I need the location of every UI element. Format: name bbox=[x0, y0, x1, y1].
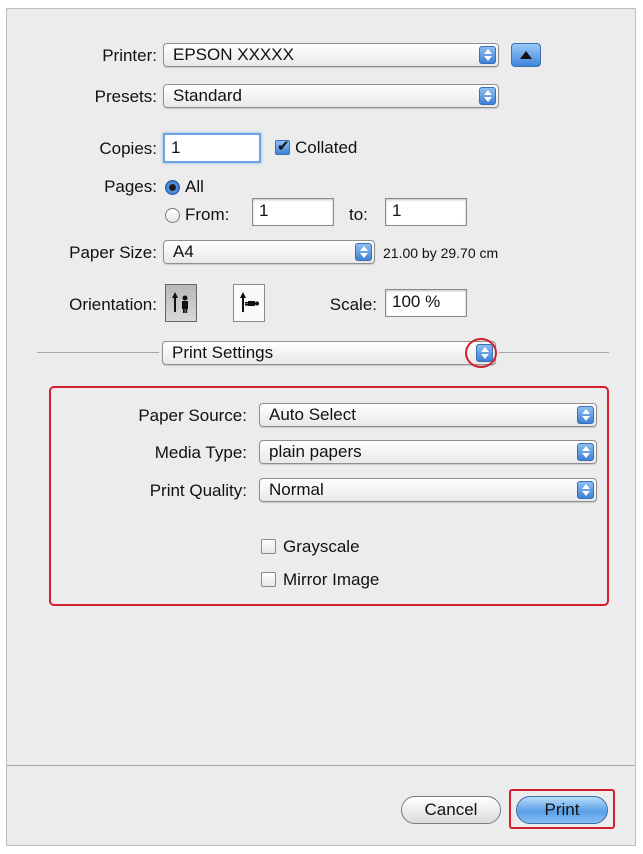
scale-value: 100 % bbox=[392, 292, 441, 311]
copies-value: 1 bbox=[171, 138, 181, 157]
pages-to-value: 1 bbox=[392, 201, 402, 220]
paper-size-select[interactable]: A4 bbox=[163, 240, 375, 264]
scale-field[interactable]: 100 % bbox=[385, 289, 467, 317]
select-arrows-icon bbox=[577, 406, 594, 424]
paper-source-label: Paper Source: bbox=[138, 406, 247, 425]
scale-label: Scale: bbox=[329, 295, 377, 314]
paper-size-value: A4 bbox=[173, 242, 194, 261]
select-arrows-icon bbox=[577, 481, 594, 499]
print-quality-select[interactable]: Normal bbox=[259, 478, 597, 502]
landscape-orientation-icon bbox=[240, 292, 259, 312]
presets-select[interactable]: Standard bbox=[163, 84, 499, 108]
media-type-value: plain papers bbox=[269, 442, 362, 461]
print-button[interactable]: Print bbox=[516, 796, 608, 824]
media-type-label: Media Type: bbox=[154, 443, 247, 462]
separator-right bbox=[499, 352, 609, 353]
print-quality-value: Normal bbox=[269, 480, 324, 499]
separator-left bbox=[37, 352, 159, 353]
pages-from-label: From: bbox=[185, 205, 230, 224]
printer-value: EPSON XXXXX bbox=[173, 45, 294, 64]
select-arrows-icon bbox=[479, 46, 496, 64]
printer-select[interactable]: EPSON XXXXX bbox=[163, 43, 499, 67]
pages-all-label: All bbox=[185, 177, 204, 196]
portrait-orientation-icon bbox=[172, 292, 188, 313]
paper-source-select[interactable]: Auto Select bbox=[259, 403, 597, 427]
paper-dimensions: 21.00 by 29.70 cm bbox=[383, 245, 499, 261]
cancel-button[interactable]: Cancel bbox=[401, 796, 501, 824]
mirror-image-label: Mirror Image bbox=[283, 570, 380, 589]
paper-source-value: Auto Select bbox=[269, 405, 356, 424]
copies-field[interactable]: 1 bbox=[163, 133, 261, 163]
media-type-select[interactable]: plain papers bbox=[259, 440, 597, 464]
triangle-up-icon bbox=[520, 51, 532, 59]
pages-from-radio[interactable] bbox=[165, 208, 180, 223]
pages-label: Pages: bbox=[104, 177, 157, 196]
select-arrows-icon bbox=[355, 243, 372, 261]
collated-checkbox[interactable] bbox=[275, 137, 290, 155]
bottom-separator bbox=[7, 765, 635, 766]
cancel-label: Cancel bbox=[424, 800, 478, 819]
presets-value: Standard bbox=[173, 86, 242, 105]
print-dialog: Printer: EPSON XXXXX Presets: Standard C… bbox=[6, 8, 636, 846]
select-arrows-icon bbox=[577, 443, 594, 461]
section-select[interactable]: Print Settings bbox=[162, 341, 496, 365]
select-arrows-icon bbox=[479, 87, 496, 105]
copies-label: Copies: bbox=[99, 139, 157, 158]
pages-to-label: to: bbox=[349, 205, 368, 224]
paper-size-label: Paper Size: bbox=[69, 243, 157, 262]
portrait-button[interactable] bbox=[165, 284, 197, 322]
pages-to-field[interactable]: 1 bbox=[385, 198, 467, 226]
grayscale-checkbox[interactable] bbox=[261, 539, 276, 554]
print-quality-label: Print Quality: bbox=[149, 481, 247, 500]
printer-label: Printer: bbox=[102, 46, 157, 65]
pages-from-field[interactable]: 1 bbox=[252, 198, 334, 226]
pages-all-radio[interactable] bbox=[165, 180, 180, 195]
highlight-circle bbox=[465, 338, 497, 368]
orientation-label: Orientation: bbox=[69, 295, 157, 314]
landscape-button[interactable] bbox=[233, 284, 265, 322]
mirror-image-checkbox[interactable] bbox=[261, 572, 276, 587]
presets-label: Presets: bbox=[94, 87, 157, 106]
pages-from-value: 1 bbox=[259, 201, 269, 220]
disclosure-button[interactable] bbox=[511, 43, 541, 67]
print-label: Print bbox=[544, 800, 580, 819]
grayscale-label: Grayscale bbox=[283, 537, 360, 556]
collated-label: Collated bbox=[295, 138, 358, 157]
section-value: Print Settings bbox=[172, 343, 274, 362]
